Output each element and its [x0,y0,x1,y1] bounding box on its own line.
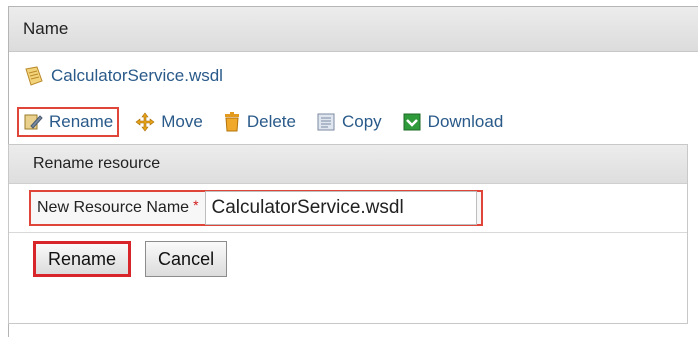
copy-action-label: Copy [341,112,382,131]
delete-action-label: Delete [246,112,296,131]
delete-action[interactable]: Delete [219,109,300,135]
download-action[interactable]: Download [398,109,508,135]
trash-icon [224,112,239,132]
rename-button[interactable]: Rename [33,241,132,277]
copy-action[interactable]: Copy [312,109,386,135]
new-name-input[interactable] [204,191,477,225]
rename-action[interactable]: Rename [17,107,120,137]
header-title: Name [23,19,69,38]
rename-panel: Rename resource New Resource Name * Rena… [8,144,688,324]
move-icon [135,112,155,132]
download-icon [403,113,421,131]
new-name-label: New Resource Name [37,199,190,216]
button-row: Rename Cancel [9,233,687,285]
rename-icon [24,114,43,130]
panel-title-text: Rename resource [33,155,161,172]
name-header: Name [9,7,698,52]
rename-action-label: Rename [49,112,114,131]
move-action-label: Move [161,112,203,131]
file-name-link[interactable]: CalculatorService.wsdl [51,66,223,86]
action-bar: Rename Move Delete Copy Download [9,100,698,144]
cancel-button[interactable]: Cancel [145,241,228,277]
name-field-row: New Resource Name * [9,184,687,233]
move-action[interactable]: Move [131,109,207,135]
copy-icon [317,113,335,131]
required-marker: * [193,197,199,213]
file-row[interactable]: CalculatorService.wsdl [9,52,698,100]
download-action-label: Download [427,112,504,131]
panel-title: Rename resource [9,145,687,184]
wsdl-file-icon [25,66,43,86]
name-field-group: New Resource Name * [29,190,483,226]
